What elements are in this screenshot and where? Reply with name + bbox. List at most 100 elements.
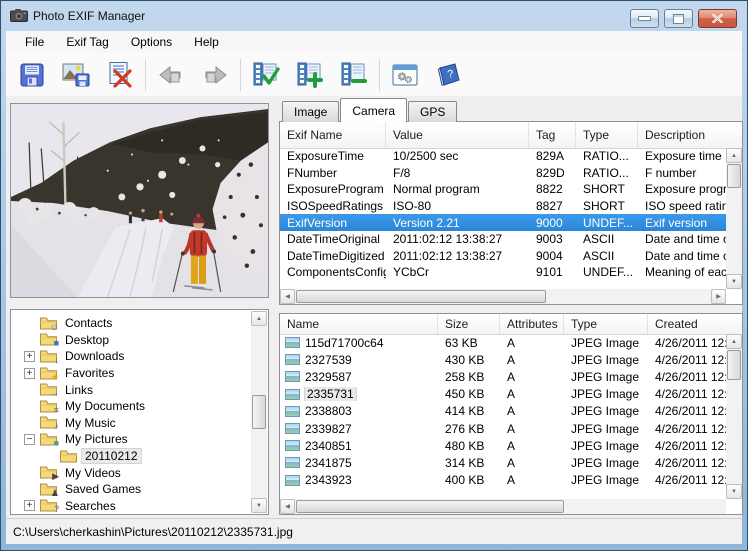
exif-table-row[interactable]: ExifVersion Version 2.21 9000 UNDEF... E… [280, 214, 726, 231]
previous-image-button [149, 55, 193, 94]
file-list-row[interactable]: 2335731 450 KB A JPEG Image 4/26/2011 12… [280, 386, 726, 403]
tree-item[interactable]: ≡ My Documents [12, 398, 251, 415]
file-list-row[interactable]: 2329587 258 KB A JPEG Image 4/26/2011 12… [280, 368, 726, 385]
tree-item[interactable]: − ■ My Pictures [12, 431, 251, 448]
image-file-icon [285, 389, 300, 400]
maximize-button[interactable] [664, 9, 693, 28]
tree-item[interactable]: + ↓ Downloads [12, 348, 251, 365]
tree-item[interactable]: → Links [12, 381, 251, 398]
favorites-folder-icon: ★ [40, 367, 57, 380]
expand-toggle-icon[interactable]: + [24, 351, 35, 362]
exif-table-row[interactable]: ISOSpeedRatings ISO-80 8827 SHORT ISO sp… [280, 198, 726, 215]
remove-tag-button[interactable] [332, 55, 376, 94]
scroll-right-icon[interactable]: ▶ [711, 289, 726, 304]
help-button[interactable]: ? [427, 55, 471, 94]
add-tag-button[interactable] [288, 55, 332, 94]
delete-exif-list-button[interactable] [98, 55, 142, 94]
help-icon: ? [435, 62, 463, 88]
tree-item[interactable]: 20110212 [12, 448, 251, 465]
menu-file[interactable]: File [14, 32, 55, 52]
validate-tag-button[interactable] [244, 55, 288, 94]
close-button[interactable] [698, 9, 737, 28]
menu-options[interactable]: Options [120, 32, 183, 52]
exif-table-row[interactable]: DateTimeDigitized 2011:02:12 13:38:27 90… [280, 248, 726, 265]
delete-exif-list-icon [106, 61, 134, 88]
tree-item[interactable]: ■ Desktop [12, 332, 251, 349]
minimize-button[interactable] [630, 9, 659, 28]
tab-camera[interactable]: Camera [340, 98, 407, 122]
tree-item[interactable]: ♟ Saved Games [12, 481, 251, 498]
file-col-size[interactable]: Size [438, 314, 500, 334]
scroll-thumb[interactable] [296, 500, 564, 513]
exif-table-row[interactable]: DateTimeOriginal 2011:02:12 13:38:27 900… [280, 231, 726, 248]
exif-col-value[interactable]: Value [386, 122, 529, 148]
tab-gps[interactable]: GPS [408, 101, 457, 122]
preview-photo [11, 104, 268, 297]
toolbar-separator [240, 59, 241, 91]
expand-toggle-icon[interactable]: − [24, 434, 35, 445]
scroll-down-icon[interactable]: ▼ [726, 484, 742, 499]
save-image-button[interactable] [54, 55, 98, 94]
tab-image[interactable]: Image [282, 101, 339, 122]
scroll-down-icon[interactable]: ▼ [251, 498, 267, 513]
scroll-left-icon[interactable]: ◀ [280, 499, 295, 514]
menu-exif-tag[interactable]: Exif Tag [55, 32, 119, 52]
scroll-up-icon[interactable]: ▲ [726, 334, 742, 349]
image-file-icon [285, 475, 300, 486]
tree-items: ☺ Contacts ■ Desktop + ↓ Downloads + ★ F… [12, 311, 251, 513]
tree-vertical-scrollbar[interactable]: ▲ ▼ [251, 311, 267, 513]
save-image-icon [61, 62, 91, 88]
file-list-row[interactable]: 2341875 314 KB A JPEG Image 4/26/2011 12… [280, 454, 726, 471]
file-list-row[interactable]: 2339827 276 KB A JPEG Image 4/26/2011 12… [280, 420, 726, 437]
scroll-up-icon[interactable]: ▲ [251, 311, 267, 326]
exif-col-name[interactable]: Exif Name [280, 122, 386, 148]
options-button[interactable] [383, 55, 427, 94]
file-list-row[interactable]: 2340851 480 KB A JPEG Image 4/26/2011 12… [280, 437, 726, 454]
file-horizontal-scrollbar[interactable]: ◀ [280, 499, 726, 514]
exif-col-description[interactable]: Description [638, 122, 742, 148]
scroll-thumb[interactable] [296, 290, 546, 303]
folder-overlay-icon: ■ [54, 339, 59, 348]
scroll-left-icon[interactable]: ◀ [280, 289, 295, 304]
tree-item[interactable]: ▶ My Videos [12, 464, 251, 481]
pictures-folder-icon: ■ [40, 433, 57, 446]
exif-horizontal-scrollbar[interactable]: ◀ ▶ [280, 289, 726, 304]
scroll-thumb[interactable] [727, 350, 741, 380]
scroll-up-icon[interactable]: ▲ [726, 148, 742, 163]
exif-vertical-scrollbar[interactable]: ▲ ▼ [726, 148, 742, 289]
exif-table-row[interactable]: ComponentsConfig... YCbCr 9101 UNDEF... … [280, 264, 726, 281]
expand-toggle-icon[interactable]: + [24, 368, 35, 379]
scroll-thumb[interactable] [252, 395, 266, 429]
image-file-icon [285, 371, 300, 382]
maximize-icon [673, 14, 684, 24]
exif-table-row[interactable]: ExposureProgram Normal program 8822 SHOR… [280, 181, 726, 198]
exif-table-row[interactable]: ExposureTime 10/2500 sec 829A RATIO... E… [280, 148, 726, 165]
tree-item[interactable]: + ★ Favorites [12, 365, 251, 382]
photo-preview [10, 103, 269, 298]
scroll-down-icon[interactable]: ▼ [726, 274, 742, 289]
scroll-thumb[interactable] [727, 164, 741, 188]
tree-item[interactable]: + ? Searches [12, 498, 251, 513]
exif-table-row[interactable]: FNumber F/8 829D RATIO... F number [280, 165, 726, 182]
title-bar[interactable]: Photo EXIF Manager [1, 1, 747, 31]
add-tag-icon [295, 61, 325, 88]
file-vertical-scrollbar[interactable]: ▲ ▼ [726, 334, 742, 499]
exif-col-type[interactable]: Type [576, 122, 638, 148]
games-folder-icon: ♟ [40, 483, 57, 496]
file-list-row[interactable]: 2327539 430 KB A JPEG Image 4/26/2011 12… [280, 351, 726, 368]
expand-toggle-icon[interactable]: + [24, 500, 35, 511]
save-exif-button[interactable] [10, 55, 54, 94]
file-col-name[interactable]: Name [280, 314, 438, 334]
file-list-row[interactable]: 2343923 400 KB A JPEG Image 4/26/2011 12… [280, 472, 726, 489]
tree-item[interactable]: ☺ Contacts [12, 315, 251, 332]
file-list-row[interactable]: 2338803 414 KB A JPEG Image 4/26/2011 12… [280, 403, 726, 420]
file-col-created[interactable]: Created [648, 314, 742, 334]
file-col-type[interactable]: Type [564, 314, 648, 334]
file-list-row[interactable]: 115d71700c64 63 KB A JPEG Image 4/26/201… [280, 334, 726, 351]
file-col-attributes[interactable]: Attributes [500, 314, 564, 334]
menu-help[interactable]: Help [183, 32, 230, 52]
image-file-icon [285, 337, 300, 348]
exif-col-tag[interactable]: Tag [529, 122, 576, 148]
folder-overlay-icon: ♪ [55, 422, 60, 431]
tree-item[interactable]: ♪ My Music [12, 415, 251, 432]
